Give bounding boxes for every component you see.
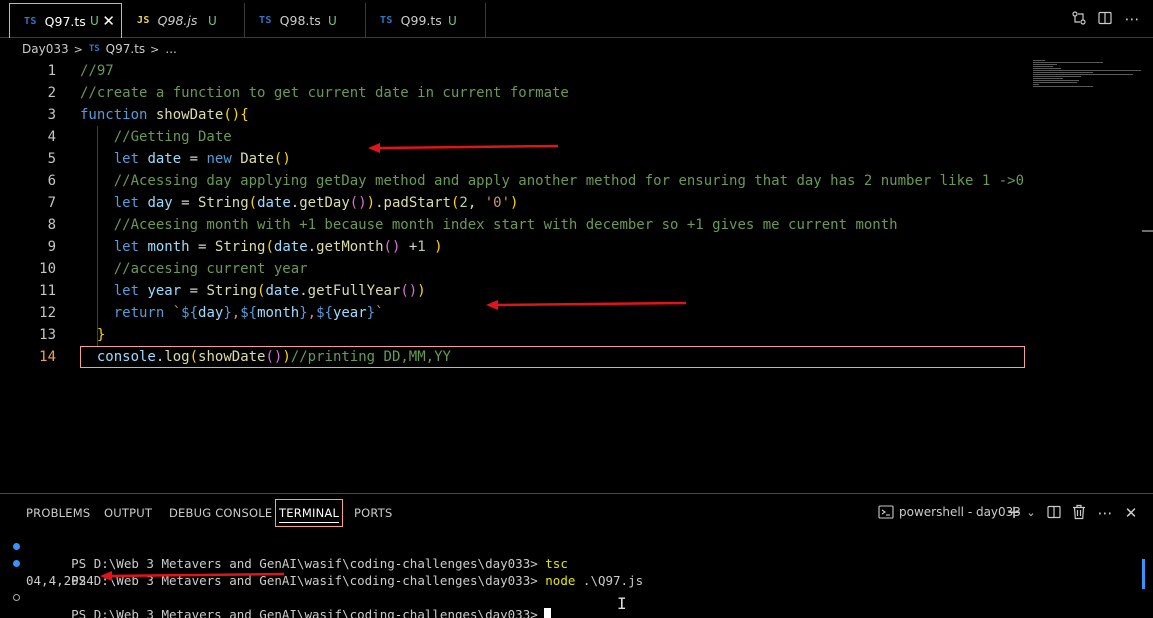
code-line[interactable]: let month = String(date.getMonth() +1 ) xyxy=(80,236,1025,258)
scrollbar-marker[interactable] xyxy=(1142,230,1153,232)
terminal-icon xyxy=(878,505,894,519)
code-line[interactable]: //Acessing day applying getDay method an… xyxy=(80,170,1025,192)
chevron-down-icon[interactable]: ⌄ xyxy=(1022,504,1040,522)
line-number: 11 xyxy=(39,283,56,299)
annotation-arrow xyxy=(486,300,687,310)
split-editor-icon[interactable] xyxy=(1096,10,1114,28)
terminal-scrollbar[interactable] xyxy=(1142,559,1145,589)
line-number: 2 xyxy=(47,85,56,101)
command-success-icon[interactable] xyxy=(13,543,20,550)
tab-terminal[interactable]: TERMINAL xyxy=(275,499,344,527)
terminal-cursor xyxy=(543,608,551,618)
code-line[interactable]: let day = String(date.getDay()).padStart… xyxy=(80,192,1025,214)
tab-output[interactable]: OUTPUT xyxy=(104,506,152,520)
line-number: 10 xyxy=(39,261,56,277)
panel-tab-bar: PROBLEMS OUTPUT DEBUG CONSOLE TERMINAL P… xyxy=(0,494,1153,532)
line-number: 8 xyxy=(47,217,56,233)
breadcrumb-file[interactable]: Q97.ts xyxy=(106,42,146,56)
annotation-arrow xyxy=(100,571,285,581)
tab-q98-js[interactable]: JS Q98.js U xyxy=(123,3,245,38)
typescript-file-icon: TS xyxy=(88,44,100,54)
tab-label: Q98.js xyxy=(157,13,198,28)
current-code-line[interactable]: console.log(showDate())//printing DD,MM,… xyxy=(80,346,1025,368)
annotation-arrow xyxy=(368,143,559,153)
untracked-badge: U xyxy=(90,14,99,28)
command-idle-icon xyxy=(13,594,20,601)
more-actions-icon[interactable]: ⋯ xyxy=(1123,10,1141,28)
terminal-prompt-line[interactable]: PS D:\Web 3 Metavers and GenAI\wasif\cod… xyxy=(0,589,1140,618)
terminal-selector[interactable]: powershell - day033 xyxy=(878,505,1021,519)
code-line[interactable]: //Aceesing month with +1 because month i… xyxy=(80,214,1025,236)
tab-label: Q98.ts xyxy=(279,13,321,28)
untracked-badge: U xyxy=(208,13,217,28)
line-number: 9 xyxy=(47,239,56,255)
code-line[interactable]: //create a function to get current date … xyxy=(80,82,1025,104)
chevron-right-icon: > xyxy=(150,42,160,56)
chevron-right-icon: > xyxy=(73,42,83,56)
command-success-icon[interactable] xyxy=(13,560,20,567)
code-line[interactable]: } xyxy=(80,324,1025,346)
tab-q99-ts[interactable]: TS Q99.ts U xyxy=(366,3,486,38)
terminal-line: PS D:\Web 3 Metavers and GenAI\wasif\cod… xyxy=(0,538,1140,571)
code-line[interactable]: function showDate(){ xyxy=(80,104,1025,126)
terminal-name: powershell - day033 xyxy=(899,505,1021,519)
editor-tab-bar: TS Q97.ts U ✕ JS Q98.js U TS Q98.ts U TS… xyxy=(0,0,1153,38)
bottom-panel: PROBLEMS OUTPUT DEBUG CONSOLE TERMINAL P… xyxy=(0,493,1153,618)
close-panel-icon[interactable]: ✕ xyxy=(1122,504,1140,522)
typescript-file-icon: TS xyxy=(380,15,393,26)
line-number: 4 xyxy=(47,129,56,145)
current-line-number: 14 xyxy=(39,349,56,365)
code-line[interactable]: //accesing current year xyxy=(80,258,1025,280)
tab-q97-ts[interactable]: TS Q97.ts U ✕ xyxy=(9,3,122,38)
untracked-badge: U xyxy=(328,13,337,28)
new-terminal-icon[interactable]: + xyxy=(1005,504,1023,522)
line-number: 1 xyxy=(47,63,56,79)
tab-q98-ts[interactable]: TS Q98.ts U xyxy=(245,3,366,38)
line-number: 3 xyxy=(47,107,56,123)
code-line[interactable]: //97 xyxy=(80,60,1025,82)
line-number: 13 xyxy=(39,327,56,343)
line-number: 5 xyxy=(47,151,56,167)
breadcrumb-symbol[interactable]: ... xyxy=(165,42,176,56)
breadcrumb: Day033 > TS Q97.ts > ... xyxy=(0,39,1153,59)
trash-icon[interactable] xyxy=(1070,504,1088,522)
minimap[interactable] xyxy=(1033,60,1143,100)
code-editor[interactable]: 1 2 3 4 5 6 7 8 9 10 11 12 13 14 //97 //… xyxy=(0,60,1153,492)
compare-changes-icon[interactable] xyxy=(1070,10,1088,28)
code-area[interactable]: //97 //create a function to get current … xyxy=(80,60,1025,368)
split-terminal-icon[interactable] xyxy=(1045,504,1063,522)
untracked-badge: U xyxy=(448,13,457,28)
javascript-file-icon: JS xyxy=(137,15,150,26)
more-actions-icon[interactable]: ⋯ xyxy=(1096,504,1114,522)
line-number: 6 xyxy=(47,173,56,189)
line-number: 7 xyxy=(47,195,56,211)
typescript-file-icon: TS xyxy=(24,15,37,27)
mouse-text-cursor: I xyxy=(617,594,627,613)
breadcrumb-folder[interactable]: Day033 xyxy=(22,42,69,56)
tab-debug-console[interactable]: DEBUG CONSOLE xyxy=(169,506,272,520)
tab-ports[interactable]: PORTS xyxy=(354,506,392,520)
line-number: 12 xyxy=(39,305,56,321)
close-icon[interactable]: ✕ xyxy=(102,12,115,30)
tab-label: Q97.ts xyxy=(44,13,86,29)
tab-problems[interactable]: PROBLEMS xyxy=(26,506,90,520)
tab-label: Q99.ts xyxy=(400,13,442,28)
line-number-gutter: 1 2 3 4 5 6 7 8 9 10 11 12 13 14 xyxy=(0,60,70,368)
typescript-file-icon: TS xyxy=(259,15,272,26)
